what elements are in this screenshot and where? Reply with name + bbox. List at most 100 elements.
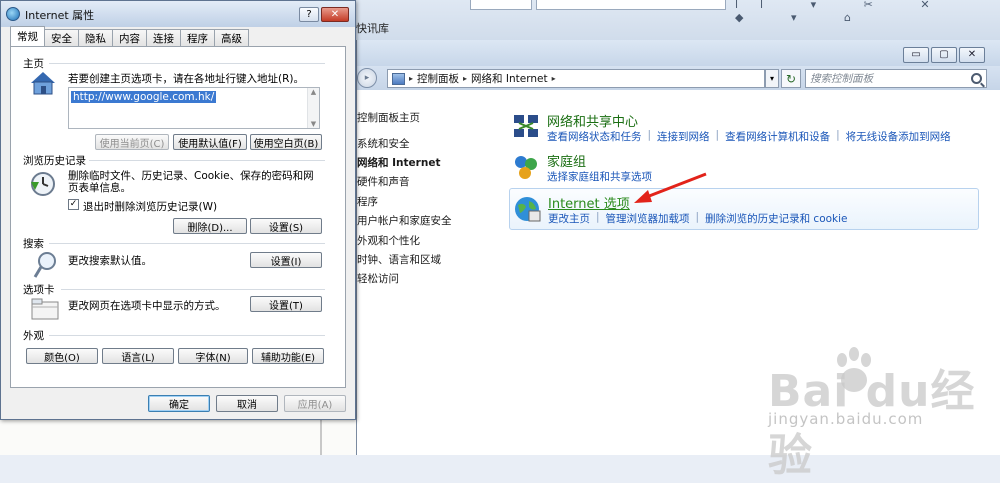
history-group-label: 浏览历史记录 xyxy=(23,153,89,168)
link-view-network-status[interactable]: 查看网络状态和任务 xyxy=(547,129,642,144)
breadcrumb-separator-icon: ▸ xyxy=(551,74,556,83)
network-center-links: 查看网络状态和任务 | 连接到网络 | 查看网络计算机和设备 | 将无线设备添加到网络 xyxy=(547,129,951,144)
address-row: ▸ ▸ 控制面板 ▸ 网络和 Internet ▸ ▾ ↻ 搜索控制面板 xyxy=(357,66,1000,90)
tabs-group-label: 选项卡 xyxy=(23,282,58,297)
address-bar[interactable]: ▸ 控制面板 ▸ 网络和 Internet ▸ xyxy=(387,69,765,88)
background-field xyxy=(470,0,532,10)
background-toolbar-icons: ll ▾ ✂ ✕ ◆ ▾ ⌂ xyxy=(735,0,952,24)
url-scrollbar[interactable]: ▲ ▼ xyxy=(307,88,319,128)
sidebar-item-network-internet[interactable]: 网络和 Internet xyxy=(357,155,440,170)
homepage-group-label: 主页 xyxy=(23,56,47,71)
delete-on-exit-label[interactable]: 退出时删除浏览历史记录(W) xyxy=(83,199,217,214)
address-dropdown-icon[interactable]: ▾ xyxy=(765,69,779,88)
dialog-close-button[interactable]: ✕ xyxy=(321,7,349,22)
background-search-field xyxy=(536,0,726,10)
ok-button[interactable]: 确定 xyxy=(148,395,210,412)
minimize-button[interactable]: ▭ xyxy=(903,47,929,63)
dialog-titlebar: Internet 属性 ? ✕ xyxy=(1,1,355,27)
refresh-icon[interactable]: ↻ xyxy=(781,69,801,88)
tab-advanced[interactable]: 高级 xyxy=(214,29,249,46)
category-internet-options[interactable]: Internet 选项 更改主页 | 管理浏览器加载项 | 删除浏览的历史记录和 c… xyxy=(509,188,979,230)
fonts-button[interactable]: 字体(N) xyxy=(178,348,248,364)
delete-history-button[interactable]: 删除(D)... xyxy=(173,218,247,234)
languages-button[interactable]: 语言(L) xyxy=(102,348,174,364)
search-settings-button[interactable]: 设置(I) xyxy=(250,252,322,268)
delete-on-exit-checkbox[interactable]: ✓ xyxy=(68,199,79,210)
colors-button[interactable]: 颜色(O) xyxy=(26,348,98,364)
history-group-line xyxy=(87,160,325,161)
watermark-url: jingyan.baidu.com xyxy=(768,410,924,428)
tab-connections[interactable]: 连接 xyxy=(146,29,181,46)
homepage-url-text: http://www.google.com.hk/ xyxy=(71,91,217,103)
sidebar-item-hardware-sound[interactable]: 硬件和声音 xyxy=(357,174,410,189)
tabs-description: 更改网页在选项卡中显示的方式。 xyxy=(68,300,226,312)
tab-content[interactable]: 内容 xyxy=(112,29,147,46)
cancel-button[interactable]: 取消 xyxy=(216,395,278,412)
apply-button[interactable]: 应用(A) xyxy=(284,395,346,412)
accessibility-button[interactable]: 辅助功能(E) xyxy=(252,348,324,364)
internet-options-links: 更改主页 | 管理浏览器加载项 | 删除浏览的历史记录和 cookie xyxy=(548,211,848,226)
breadcrumb-separator-icon: ▸ xyxy=(409,74,414,83)
category-homegroup: 家庭组 选择家庭组和共享选项 xyxy=(509,148,979,186)
search-group-label: 搜索 xyxy=(23,236,47,251)
search-input[interactable]: 搜索控制面板 xyxy=(805,69,987,88)
homegroup-title[interactable]: 家庭组 xyxy=(547,151,586,170)
link-change-homepage[interactable]: 更改主页 xyxy=(548,211,590,226)
tab-security[interactable]: 安全 xyxy=(44,29,79,46)
background-news-label: 快讯库 xyxy=(356,22,389,35)
use-blank-button[interactable]: 使用空白页(B) xyxy=(250,134,322,150)
dialog-tabs: 常规 安全 隐私 内容 连接 程序 高级 xyxy=(10,26,249,46)
sidebar-item-user-accounts[interactable]: 用户帐户和家庭安全 xyxy=(357,213,452,228)
use-current-page-button[interactable]: 使用当前页(C) xyxy=(95,134,169,150)
help-button[interactable]: ? xyxy=(299,7,319,22)
category-network-center: 网络和共享中心 查看网络状态和任务 | 连接到网络 | 查看网络计算机和设备 | 将无… xyxy=(509,108,979,146)
network-center-icon xyxy=(514,115,538,137)
sidebar-item-appearance[interactable]: 外观和个性化 xyxy=(357,233,420,248)
appearance-group-label: 外观 xyxy=(23,328,47,343)
close-button[interactable]: ✕ xyxy=(959,47,985,63)
tab-programs[interactable]: 程序 xyxy=(180,29,215,46)
sidebar-item-programs[interactable]: 程序 xyxy=(357,194,378,209)
link-manage-addons[interactable]: 管理浏览器加载项 xyxy=(606,211,690,226)
breadcrumb-separator-icon: ▸ xyxy=(463,74,468,83)
link-view-network-computers[interactable]: 查看网络计算机和设备 xyxy=(725,129,830,144)
link-connect-network[interactable]: 连接到网络 xyxy=(657,129,710,144)
internet-options-title[interactable]: Internet 选项 xyxy=(548,193,630,212)
forward-button[interactable]: ▸ xyxy=(357,68,377,88)
red-arrow-icon xyxy=(634,172,707,203)
paw-icon xyxy=(837,347,871,392)
tab-privacy[interactable]: 隐私 xyxy=(78,29,113,46)
tabs-group-line xyxy=(61,289,325,290)
sidebar-item-system-security[interactable]: 系统和安全 xyxy=(357,136,410,151)
history-settings-button[interactable]: 设置(S) xyxy=(250,218,322,234)
breadcrumb-control-panel[interactable]: 控制面板 xyxy=(417,71,459,86)
sidebar-item-home[interactable]: 控制面板主页 xyxy=(357,110,420,125)
magnifier-icon xyxy=(33,252,56,278)
search-icon[interactable] xyxy=(971,73,982,84)
control-panel-icon xyxy=(392,72,405,85)
homepage-url-input[interactable]: http://www.google.com.hk/ ▲ ▼ xyxy=(68,87,320,129)
sidebar-item-clock-language[interactable]: 时钟、语言和区域 xyxy=(357,252,441,267)
tabs-icon xyxy=(31,298,59,320)
control-panel-titlebar: ▭ ▢ ✕ xyxy=(357,40,1000,66)
link-delete-history[interactable]: 删除浏览的历史记录和 cookie xyxy=(705,211,847,226)
appearance-group-line xyxy=(49,335,325,336)
internet-options-icon xyxy=(515,197,541,222)
homepage-group-line xyxy=(49,63,325,64)
tab-general[interactable]: 常规 xyxy=(10,26,45,46)
house-icon xyxy=(31,72,55,95)
search-placeholder: 搜索控制面板 xyxy=(810,73,873,85)
internet-globe-icon xyxy=(6,7,20,21)
history-description: 删除临时文件、历史记录、Cookie、保存的密码和网页表单信息。 xyxy=(68,170,314,194)
link-add-wireless-device[interactable]: 将无线设备添加到网络 xyxy=(846,129,951,144)
sidebar-item-ease-of-access[interactable]: 轻松访问 xyxy=(357,271,399,286)
internet-properties-dialog: Internet 属性 ? ✕ 常规 安全 隐私 内容 连接 程序 高级 主页 … xyxy=(0,0,356,420)
use-default-button[interactable]: 使用默认值(F) xyxy=(173,134,247,150)
tabs-settings-button[interactable]: 设置(T) xyxy=(250,296,322,312)
dialog-title: Internet 属性 xyxy=(25,9,95,22)
breadcrumb-network-internet[interactable]: 网络和 Internet xyxy=(471,71,548,86)
background-page-area xyxy=(0,420,356,455)
background-divider xyxy=(320,420,322,455)
network-center-title[interactable]: 网络和共享中心 xyxy=(547,111,638,130)
maximize-button[interactable]: ▢ xyxy=(931,47,957,63)
